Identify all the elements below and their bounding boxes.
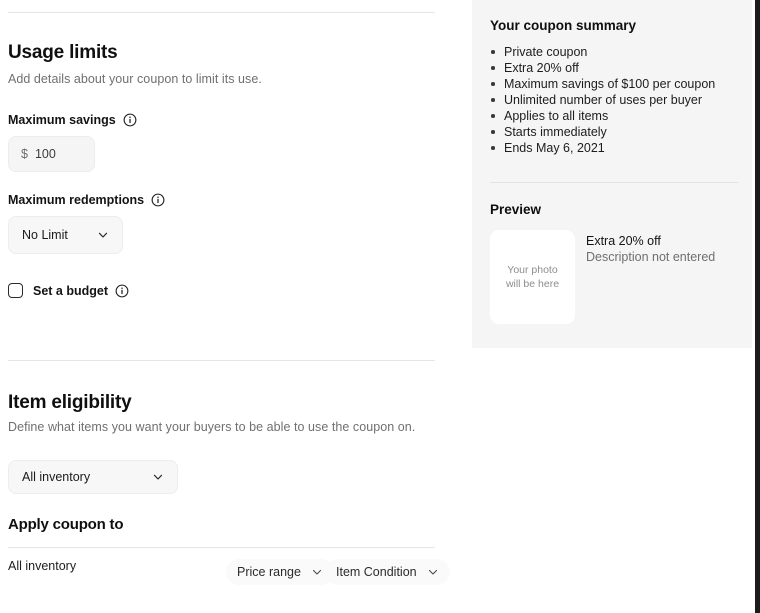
maximum-savings-value: 100 xyxy=(34,147,56,161)
photo-placeholder-line1: Your photo xyxy=(507,264,558,276)
maximum-savings-input[interactable]: $ 100 xyxy=(8,136,95,172)
preview-title: Preview xyxy=(490,202,542,217)
list-item: Private coupon xyxy=(490,44,738,60)
info-icon[interactable] xyxy=(123,113,137,127)
maximum-redemptions-label-text: Maximum redemptions xyxy=(8,193,145,207)
coupon-summary-title: Your coupon summary xyxy=(490,18,637,33)
price-range-filter[interactable]: Price range xyxy=(226,559,334,585)
coupon-summary-list: Private coupon Extra 20% off Maximum sav… xyxy=(490,44,738,156)
item-condition-filter-label: Item Condition xyxy=(336,565,417,579)
chevron-down-icon xyxy=(311,566,323,578)
apply-coupon-row-label: All inventory xyxy=(8,559,77,573)
maximum-savings-label-text: Maximum savings xyxy=(8,113,116,127)
top-divider xyxy=(8,12,435,13)
section-divider xyxy=(8,360,435,361)
window-right-edge[interactable] xyxy=(755,0,760,613)
photo-placeholder: Your photo will be here xyxy=(490,230,575,324)
maximum-redemptions-select[interactable]: No Limit xyxy=(8,216,123,254)
info-icon[interactable] xyxy=(151,193,165,207)
list-item: Applies to all items xyxy=(490,108,738,124)
list-item: Starts immediately xyxy=(490,124,738,140)
preview-heading: Extra 20% off xyxy=(586,234,661,248)
list-item: Extra 20% off xyxy=(490,60,738,76)
photo-placeholder-line2: will be here xyxy=(505,278,560,290)
coupon-summary-panel: Your coupon summary Private coupon Extra… xyxy=(472,0,752,348)
price-range-filter-label: Price range xyxy=(237,565,301,579)
set-a-budget-label: Set a budget xyxy=(33,284,129,298)
coupon-settings-page: Usage limits Add details about your coup… xyxy=(0,0,760,613)
usage-limits-title: Usage limits xyxy=(8,42,118,63)
currency-symbol: $ xyxy=(21,147,28,161)
chevron-down-icon xyxy=(427,566,439,578)
apply-coupon-divider xyxy=(8,547,435,548)
left-column: Usage limits Add details about your coup… xyxy=(0,0,450,613)
item-condition-filter[interactable]: Item Condition xyxy=(325,559,450,585)
chevron-down-icon xyxy=(152,471,164,483)
maximum-savings-label: Maximum savings xyxy=(8,113,137,127)
set-a-budget-label-text: Set a budget xyxy=(33,283,109,298)
maximum-redemptions-label: Maximum redemptions xyxy=(8,193,165,207)
chevron-down-icon xyxy=(97,229,109,241)
usage-limits-subtitle: Add details about your coupon to limit i… xyxy=(8,72,262,86)
list-item: Maximum savings of $100 per coupon xyxy=(490,76,738,92)
inventory-select[interactable]: All inventory xyxy=(8,460,178,494)
inventory-select-value: All inventory xyxy=(22,470,91,484)
set-a-budget-row[interactable]: Set a budget xyxy=(8,283,129,298)
item-eligibility-subtitle: Define what items you want your buyers t… xyxy=(8,420,416,434)
preview-description: Description not entered xyxy=(586,250,716,264)
maximum-redemptions-value: No Limit xyxy=(22,228,68,242)
preview-divider xyxy=(490,182,738,183)
set-a-budget-checkbox[interactable] xyxy=(8,283,23,298)
list-item: Unlimited number of uses per buyer xyxy=(490,92,738,108)
apply-coupon-title: Apply coupon to xyxy=(8,516,124,533)
info-icon[interactable] xyxy=(115,284,129,298)
item-eligibility-title: Item eligibility xyxy=(8,392,132,413)
list-item: Ends May 6, 2021 xyxy=(490,140,738,156)
